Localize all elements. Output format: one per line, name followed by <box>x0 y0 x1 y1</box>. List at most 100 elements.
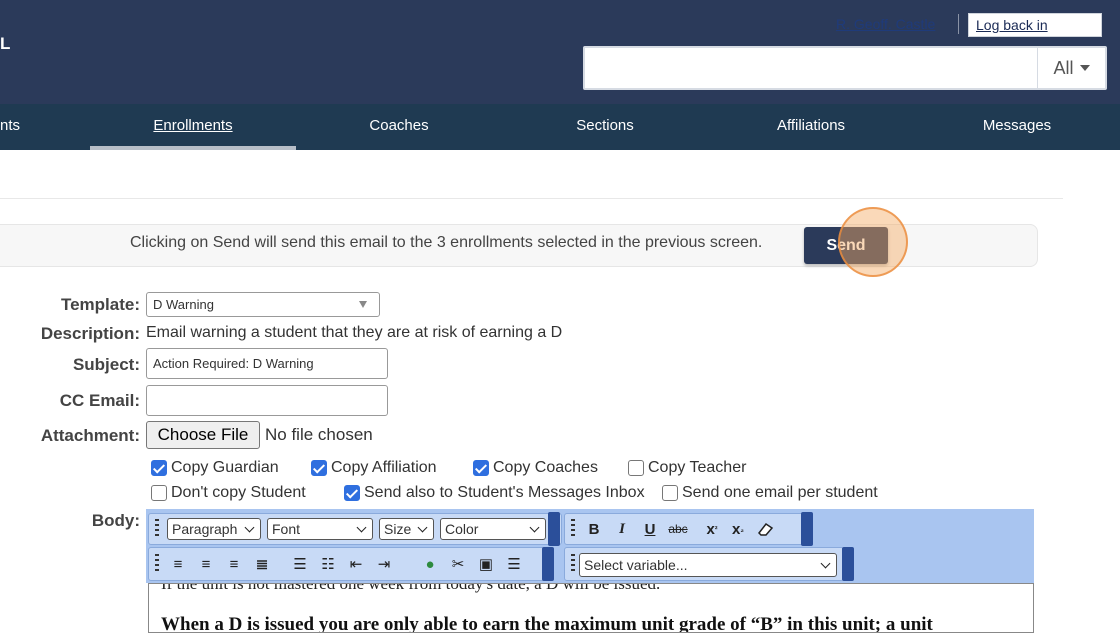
editor-toolbar: Paragraph Font Size Color B I U abc x² x… <box>146 509 1034 583</box>
copy-teacher-label: Copy Teacher <box>648 459 747 476</box>
font-value: Font <box>272 521 301 537</box>
variable-select[interactable]: Select variable... <box>579 553 837 577</box>
toolbar-expand-icon[interactable] <box>801 512 813 546</box>
send-notice-text: Clicking on Send will send this email to… <box>130 234 763 251</box>
toolbar-grip-icon <box>571 554 575 574</box>
search-scope-dropdown[interactable]: All <box>1037 48 1105 88</box>
nav-item-affiliations[interactable]: Affiliations <box>708 104 914 150</box>
search-scope-label: All <box>1053 57 1074 78</box>
font-select[interactable]: Font <box>267 518 373 540</box>
send-one-per-student-label: Send one email per student <box>682 484 878 501</box>
copy-coaches-label: Copy Coaches <box>493 459 598 476</box>
triangle-down-icon <box>359 301 367 308</box>
align-left-icon[interactable]: ≡ <box>167 553 189 575</box>
app-header: L R. Geoff. Castle Log back in All <box>0 0 1120 104</box>
toolbar-grip-icon <box>571 519 575 539</box>
cc-email-label: CC Email: <box>59 391 140 410</box>
color-value: Color <box>445 521 479 537</box>
image-icon[interactable]: ▣ <box>475 553 497 575</box>
no-file-chosen-text: No file chosen <box>265 425 373 444</box>
subject-input-value: Action Required: D Warning <box>153 356 314 371</box>
bold-button[interactable]: B <box>583 518 605 540</box>
template-label: Template: <box>60 295 140 314</box>
link-icon[interactable]: ● <box>419 553 441 575</box>
chevron-down-icon <box>244 522 255 532</box>
chevron-down-icon <box>529 522 540 532</box>
copy-affiliation-label: Copy Affiliation <box>331 459 437 476</box>
toolbar-expand-icon[interactable] <box>842 547 854 581</box>
copy-teacher-checkbox[interactable]: Copy Teacher <box>628 459 746 477</box>
dont-copy-student-label: Don't copy Student <box>171 484 306 501</box>
toolbar-format-group: Paragraph Font Size Color <box>148 513 562 545</box>
align-right-icon[interactable]: ≡ <box>223 553 245 575</box>
indent-icon[interactable]: ⇥ <box>373 553 395 575</box>
template-select[interactable]: D Warning <box>146 292 380 317</box>
nav-item-enrollments[interactable]: Enrollments <box>90 104 296 150</box>
unlink-icon[interactable]: ✂ <box>447 553 469 575</box>
chevron-down-icon <box>417 522 428 532</box>
size-select[interactable]: Size <box>379 518 434 540</box>
chevron-down-icon <box>820 558 831 568</box>
underline-button[interactable]: U <box>639 518 661 540</box>
brand-logo-text: L <box>0 34 11 53</box>
send-messages-inbox-checkbox[interactable]: Send also to Student's Messages Inbox <box>344 484 645 502</box>
checkbox-checked-icon <box>344 485 360 501</box>
body-text-line-bold: When a D is issued you are only able to … <box>161 614 933 633</box>
checkbox-unchecked-icon <box>662 485 678 501</box>
align-justify-icon[interactable]: ≣ <box>251 553 273 575</box>
checkbox-checked-icon <box>151 460 167 476</box>
color-select[interactable]: Color <box>440 518 546 540</box>
nav-item-sections[interactable]: Sections <box>502 104 708 150</box>
nav-active-indicator <box>90 146 296 150</box>
log-back-in-link[interactable]: Log back in <box>968 13 1102 37</box>
paragraph-format-select[interactable]: Paragraph <box>167 518 261 540</box>
copy-coaches-checkbox[interactable]: Copy Coaches <box>473 459 598 477</box>
toolbar-grip-icon <box>155 519 159 539</box>
toolbar-expand-icon[interactable] <box>548 512 560 546</box>
caret-down-icon <box>1079 65 1090 71</box>
strikethrough-button[interactable]: abc <box>667 518 689 540</box>
checkbox-unchecked-icon <box>628 460 644 476</box>
toolbar-variable-group: Select variable... <box>564 547 844 581</box>
checkbox-unchecked-icon <box>151 485 167 501</box>
cc-email-input[interactable] <box>146 385 388 416</box>
outdent-icon[interactable]: ⇤ <box>345 553 367 575</box>
attachment-label: Attachment: <box>40 426 140 445</box>
chevron-down-icon <box>356 522 367 532</box>
description-label: Description: <box>40 324 140 343</box>
toolbar-expand-icon[interactable] <box>542 547 554 581</box>
numbered-list-icon[interactable]: ☷ <box>317 553 339 575</box>
body-text-line: If the unit is not mastered one week fro… <box>161 583 661 593</box>
checkbox-checked-icon <box>473 460 489 476</box>
section-divider <box>0 198 1063 199</box>
eraser-icon[interactable] <box>755 518 777 540</box>
template-select-value: D Warning <box>153 297 214 312</box>
copy-guardian-label: Copy Guardian <box>171 459 279 476</box>
copy-affiliation-checkbox[interactable]: Copy Affiliation <box>311 459 437 477</box>
size-value: Size <box>384 521 412 537</box>
send-button[interactable]: Send <box>804 227 888 264</box>
align-center-icon[interactable]: ≡ <box>195 553 217 575</box>
send-messages-inbox-label: Send also to Student's Messages Inbox <box>364 484 645 501</box>
nav-item-coaches[interactable]: Coaches <box>296 104 502 150</box>
description-value: Email warning a student that they are at… <box>146 324 563 341</box>
subscript-icon[interactable]: x₂ <box>727 518 749 540</box>
bullet-list-icon[interactable]: ☰ <box>289 553 311 575</box>
search-input[interactable] <box>585 48 1037 88</box>
main-nav: nts Enrollments Coaches Sections Affilia… <box>0 104 1120 150</box>
horizontal-rule-icon[interactable]: ☰ <box>503 553 525 575</box>
copy-guardian-checkbox[interactable]: Copy Guardian <box>151 459 279 477</box>
toolbar-style-group: B I U abc x² x₂ <box>564 513 804 545</box>
choose-file-button[interactable]: Choose File <box>146 421 260 449</box>
search-bar: All <box>583 46 1107 90</box>
dont-copy-student-checkbox[interactable]: Don't copy Student <box>151 484 306 502</box>
nav-item-students[interactable]: nts <box>0 104 40 150</box>
send-one-per-student-checkbox[interactable]: Send one email per student <box>662 484 878 502</box>
superscript-icon[interactable]: x² <box>701 518 723 540</box>
user-name-link[interactable]: R. Geoff. Castle <box>836 16 935 32</box>
variable-select-value: Select variable... <box>584 557 688 573</box>
nav-item-messages[interactable]: Messages <box>914 104 1120 150</box>
subject-label: Subject: <box>72 355 140 374</box>
italic-button[interactable]: I <box>611 518 633 540</box>
subject-input[interactable]: Action Required: D Warning <box>146 348 388 379</box>
